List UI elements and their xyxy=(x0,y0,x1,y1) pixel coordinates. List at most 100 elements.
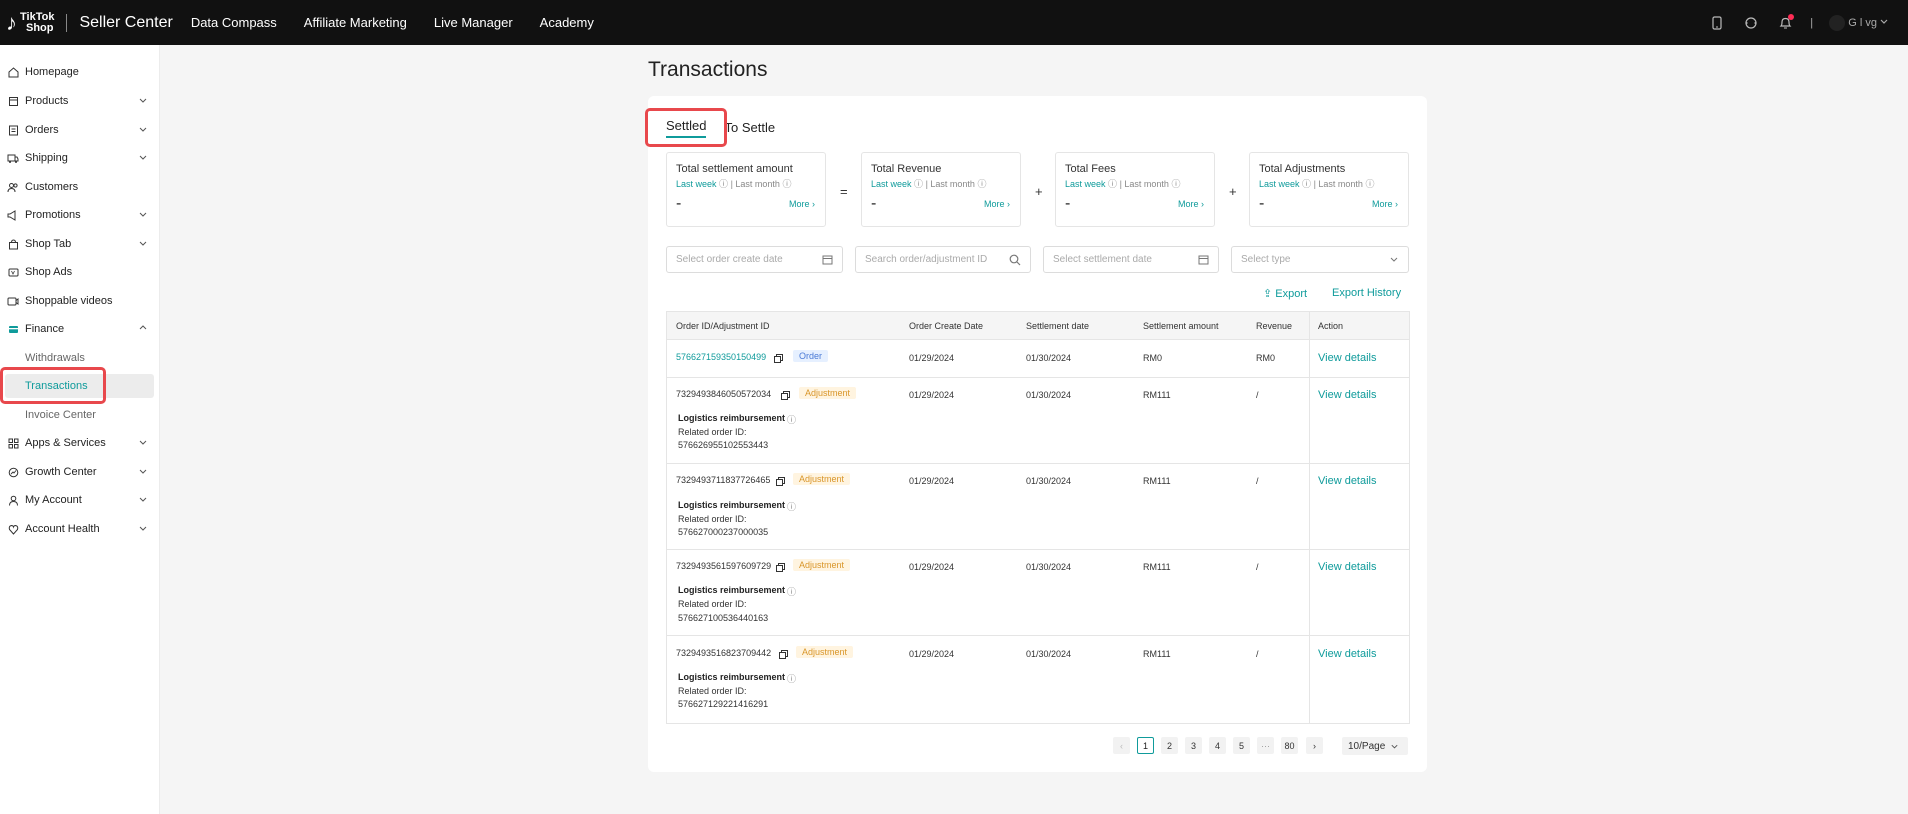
mobile-icon[interactable] xyxy=(1708,14,1726,32)
more-label: More xyxy=(1177,199,1199,209)
sidebar-item-shop-ads[interactable]: Shop Ads xyxy=(0,260,160,284)
sidebar-item-account-health[interactable]: Account Health xyxy=(0,517,160,541)
more-link[interactable]: More › xyxy=(1372,199,1398,209)
tiktok-shop-logo[interactable]: ♪ TikTok Shop Seller Center xyxy=(6,10,173,36)
order-create-date: 01/29/2024 xyxy=(909,353,955,363)
nav-academy[interactable]: Academy xyxy=(540,15,594,30)
copy-icon[interactable] xyxy=(781,391,790,400)
settlement-amount: RM111 xyxy=(1143,390,1171,400)
sidebar-item-my-account[interactable]: My Account xyxy=(0,488,160,512)
sidebar-item-shipping[interactable]: Shipping xyxy=(0,146,160,170)
search-order-input[interactable]: Search order/adjustment ID xyxy=(855,246,1031,273)
adjustment-description: Logistics reimbursement xyxy=(678,413,786,423)
info-icon: ⓘ xyxy=(977,179,987,189)
related-order-label: Related order ID: xyxy=(678,686,747,696)
sidebar-item-shoppable-videos[interactable]: Shoppable videos xyxy=(0,289,160,313)
export-button[interactable]: ⇪ Export xyxy=(1263,287,1307,300)
sidebar-item-invoice-center[interactable]: Invoice Center xyxy=(0,403,160,427)
search-icon xyxy=(1009,254,1021,266)
nav-affiliate-marketing[interactable]: Affiliate Marketing xyxy=(304,15,407,30)
logo-line2: Shop xyxy=(26,21,54,34)
more-label: More xyxy=(1371,199,1393,209)
page-ellipsis[interactable]: ··· xyxy=(1257,737,1274,754)
nav-data-compass[interactable]: Data Compass xyxy=(191,15,277,30)
page-2[interactable]: 2 xyxy=(1161,737,1178,754)
order-id-link[interactable]: 576627159350150499 xyxy=(676,352,766,362)
support-icon[interactable] xyxy=(1742,14,1760,32)
video-icon xyxy=(7,295,19,307)
shop-bag-icon xyxy=(7,238,19,250)
page-3[interactable]: 3 xyxy=(1185,737,1202,754)
tiktok-logo-icon: ♪ xyxy=(6,9,17,35)
page-5[interactable]: 5 xyxy=(1233,737,1250,754)
page-1[interactable]: 1 xyxy=(1137,737,1154,754)
sidebar-item-finance[interactable]: Finance xyxy=(0,317,160,341)
settlement-date-picker[interactable]: Select settlement date xyxy=(1043,246,1219,273)
view-details-link[interactable]: View details xyxy=(1318,389,1377,401)
sidebar-item-promotions[interactable]: Promotions xyxy=(0,203,160,227)
info-icon: ⓘ xyxy=(1365,179,1375,189)
view-details-link[interactable]: View details xyxy=(1318,648,1377,660)
adjustment-id: 7329493516823709442 xyxy=(676,648,772,658)
page-4[interactable]: 4 xyxy=(1209,737,1226,754)
header-order-id: Order ID/Adjustment ID xyxy=(676,321,770,331)
avatar xyxy=(1829,14,1846,31)
adjustment-description: Logistics reimbursement xyxy=(678,500,786,510)
sidebar-item-label: Products xyxy=(25,95,69,107)
sidebar-item-apps-services[interactable]: Apps & Services xyxy=(0,431,160,455)
sidebar-item-homepage[interactable]: Homepage xyxy=(0,60,160,84)
view-details-link[interactable]: View details xyxy=(1318,352,1377,364)
more-link[interactable]: More › xyxy=(1178,199,1204,209)
copy-icon[interactable] xyxy=(774,354,783,363)
chevron-down-icon xyxy=(1880,19,1888,25)
info-icon: ⓘ xyxy=(787,415,797,425)
settle-date-placeholder: Select settlement date xyxy=(1053,254,1152,265)
period-last-month[interactable]: Last month xyxy=(1124,179,1169,189)
order-create-date-picker[interactable]: Select order create date xyxy=(666,246,843,273)
sidebar-item-growth-center[interactable]: Growth Center xyxy=(0,460,160,484)
related-order-id: 576626955102553443 xyxy=(678,440,769,450)
copy-icon[interactable] xyxy=(776,477,785,486)
page-number: 80 xyxy=(1284,740,1295,751)
page-number: 4 xyxy=(1214,740,1220,751)
copy-icon[interactable] xyxy=(779,650,788,659)
view-details-link[interactable]: View details xyxy=(1318,561,1377,573)
user-menu[interactable]: G l vg xyxy=(1829,14,1888,31)
view-details-link[interactable]: View details xyxy=(1318,475,1377,487)
metric-value: - xyxy=(1065,195,1071,212)
next-page-button[interactable]: › xyxy=(1306,737,1323,754)
type-select[interactable]: Select type xyxy=(1231,246,1409,273)
prev-page-button[interactable]: ‹ xyxy=(1113,737,1130,754)
sidebar-item-shop-tab[interactable]: Shop Tab xyxy=(0,232,160,256)
period-last-month[interactable]: Last month xyxy=(930,179,975,189)
period-last-month[interactable]: Last month xyxy=(1318,179,1363,189)
copy-icon[interactable] xyxy=(776,563,785,572)
sidebar-item-products[interactable]: Products xyxy=(0,89,160,113)
calendar-icon xyxy=(822,255,833,265)
period-last-week[interactable]: Last week xyxy=(871,179,912,189)
revenue: / xyxy=(1256,476,1259,486)
sidebar-item-customers[interactable]: Customers xyxy=(0,175,160,199)
period-last-month[interactable]: Last month xyxy=(735,179,780,189)
more-link[interactable]: More › xyxy=(984,199,1010,209)
adjustment-description: Logistics reimbursement xyxy=(678,585,786,595)
logo-text: TikTok Shop xyxy=(20,11,54,34)
nav-live-manager[interactable]: Live Manager xyxy=(434,15,513,30)
more-link[interactable]: More › xyxy=(789,199,815,209)
page-size-select[interactable]: 10/Page xyxy=(1342,737,1408,755)
order-date-placeholder: Select order create date xyxy=(676,254,783,265)
period-last-week[interactable]: Last week xyxy=(1065,179,1106,189)
tab-to-settle[interactable]: To Settle xyxy=(724,120,775,138)
metric-total-adjustments: Total Adjustments Last week ⓘ | Last mon… xyxy=(1249,152,1409,227)
export-history-link[interactable]: Export History xyxy=(1332,287,1401,299)
chevron-left-icon: ‹ xyxy=(1120,740,1123,751)
period-last-week[interactable]: Last week xyxy=(676,179,717,189)
order-create-date: 01/29/2024 xyxy=(909,649,955,659)
type-badge: Adjustment xyxy=(799,387,857,399)
plus-operator: + xyxy=(1035,184,1043,199)
page-80[interactable]: 80 xyxy=(1281,737,1298,754)
period-last-week[interactable]: Last week xyxy=(1259,179,1300,189)
sidebar-item-orders[interactable]: Orders xyxy=(0,118,160,142)
transactions-card: Settled To Settle Total settlement amoun… xyxy=(648,96,1427,772)
notification-bell-icon[interactable] xyxy=(1776,13,1795,32)
